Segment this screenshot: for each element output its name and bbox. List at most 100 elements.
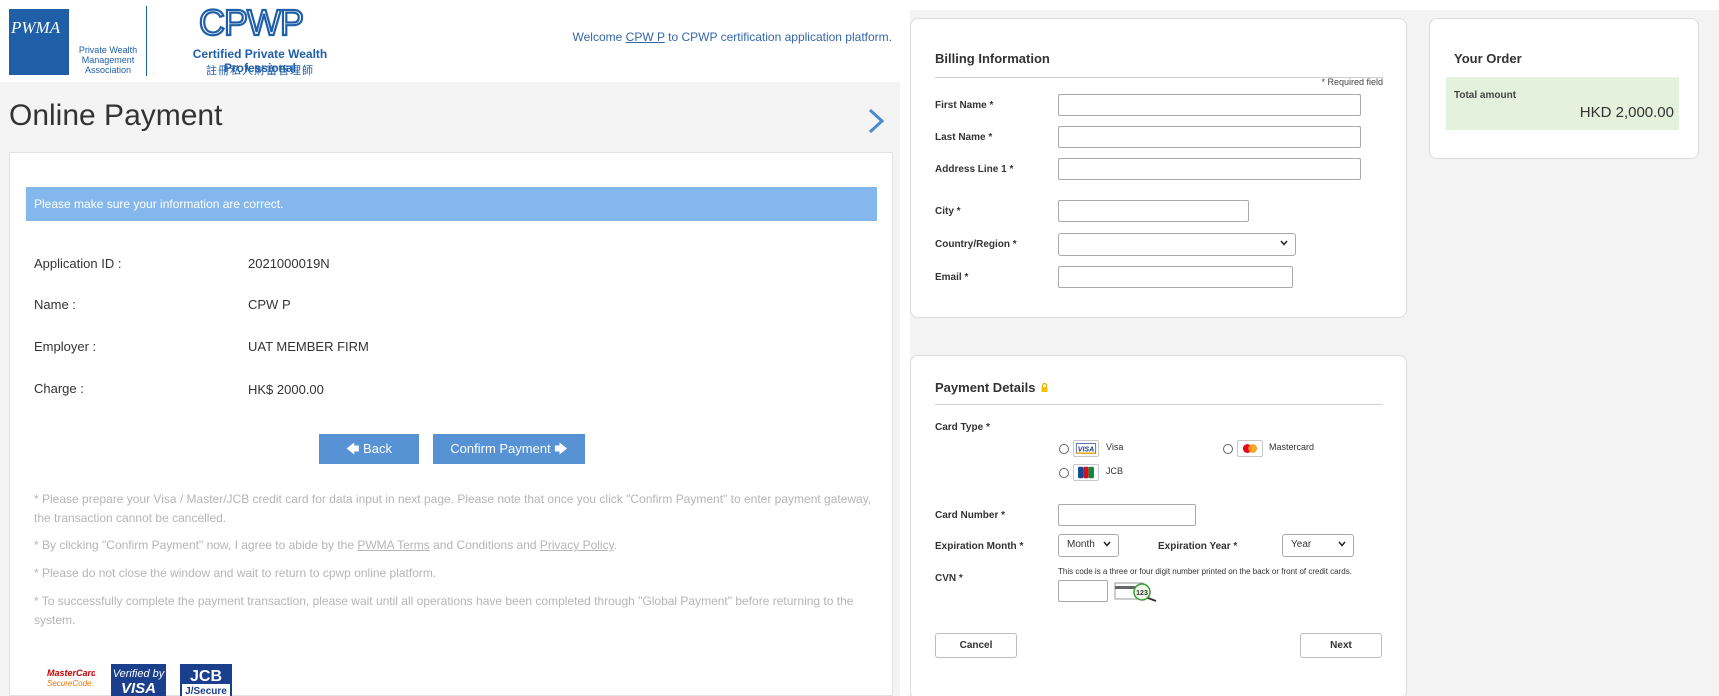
svg-text:J/Secure: J/Secure bbox=[185, 686, 227, 696]
svg-text:VISA: VISA bbox=[121, 680, 156, 696]
payment-gateway-panel: Billing Information * Required field Fir… bbox=[910, 10, 1719, 696]
svg-text:123: 123 bbox=[1136, 590, 1148, 597]
total-amount-label: Total amount bbox=[1454, 90, 1517, 101]
address-line-1-label: Address Line 1 * bbox=[935, 164, 1014, 175]
payment-details-card: Payment Details Card Type * VISA Visa Ma… bbox=[910, 355, 1407, 696]
expiration-year-label: Expiration Year * bbox=[1158, 541, 1238, 552]
cvn-field[interactable] bbox=[1058, 580, 1108, 602]
card-number-label: Card Number * bbox=[935, 510, 1006, 521]
info-label-charge: Charge : bbox=[34, 381, 84, 396]
last-name-field[interactable] bbox=[1058, 126, 1361, 148]
info-value-charge: HK$ 2000.00 bbox=[248, 382, 324, 397]
city-field[interactable] bbox=[1058, 200, 1249, 222]
first-name-label: First Name * bbox=[935, 100, 994, 111]
note-prepare-card: * Please prepare your Visa / Master/JCB … bbox=[34, 492, 872, 525]
note-global-payment: * To successfully complete the payment t… bbox=[34, 594, 854, 627]
welcome-prefix: Welcome bbox=[572, 30, 626, 44]
cvn-card-back-icon: 123 bbox=[1114, 582, 1157, 602]
privacy-policy-link[interactable]: Privacy Policy bbox=[540, 538, 614, 552]
last-name-label: Last Name * bbox=[935, 132, 993, 143]
chevron-right-icon[interactable] bbox=[866, 106, 886, 136]
pwma-payment-panel: PWMA Private Wealth Management Associati… bbox=[0, 0, 900, 696]
page-title: Online Payment bbox=[9, 99, 223, 132]
visa-label: Visa bbox=[1106, 442, 1124, 452]
header-divider bbox=[146, 6, 147, 76]
page-title-bar: Online Payment bbox=[0, 82, 900, 152]
jcb-radio[interactable] bbox=[1059, 468, 1069, 478]
mastercard-radio[interactable] bbox=[1223, 444, 1233, 454]
required-field-note: * Required field bbox=[1321, 77, 1383, 87]
city-label: City * bbox=[935, 206, 961, 217]
next-button[interactable]: Next bbox=[1300, 633, 1382, 658]
country-region-select[interactable] bbox=[1058, 233, 1296, 256]
verified-by-visa-logo: Verified by VISA bbox=[111, 664, 166, 696]
chevron-down-icon bbox=[1338, 541, 1346, 547]
cpwp-logo-text: CPWP bbox=[199, 4, 303, 42]
payment-summary-card: Please make sure your information are co… bbox=[9, 152, 893, 696]
email-label: Email * bbox=[935, 272, 969, 283]
payment-details-title-text: Payment Details bbox=[935, 380, 1036, 395]
cpwp-chinese-title: 註冊私人財富管理師 bbox=[206, 65, 314, 77]
info-value-employer: UAT MEMBER FIRM bbox=[248, 339, 369, 354]
your-order-card: Your Order Total amount HKD 2,000.00 bbox=[1429, 18, 1699, 159]
payment-details-title: Payment Details bbox=[935, 380, 1048, 395]
expiration-year-value: Year bbox=[1291, 539, 1312, 550]
first-name-field[interactable] bbox=[1058, 94, 1361, 116]
back-button[interactable]: 🡄 Back bbox=[319, 434, 419, 464]
welcome-message: Welcome CPW P to CPWP certification appl… bbox=[560, 30, 892, 44]
pwma-association-name: Private Wealth Management Association bbox=[78, 45, 138, 75]
note-terms-prefix: * By clicking "Confirm Payment" now, I a… bbox=[34, 538, 358, 552]
info-value-application-id: 2021000019N bbox=[248, 256, 330, 271]
info-value-name: CPW P bbox=[248, 297, 291, 312]
billing-information-card: Billing Information * Required field Fir… bbox=[910, 18, 1407, 318]
expiration-month-select[interactable]: Month bbox=[1058, 534, 1119, 557]
jcb-jsecure-logo: JCB J/Secure bbox=[180, 664, 232, 696]
note-agree-terms: * By clicking "Confirm Payment" now, I a… bbox=[34, 536, 874, 555]
note-do-not-close: * Please do not close the window and wai… bbox=[34, 566, 437, 580]
mastercard-card-icon bbox=[1237, 440, 1263, 457]
note-terms-suffix: . bbox=[613, 538, 618, 552]
card-type-label: Card Type * bbox=[935, 422, 990, 433]
svg-text:SecureCode.: SecureCode. bbox=[47, 679, 94, 688]
info-label-application-id: Application ID : bbox=[34, 256, 122, 271]
pwma-logo[interactable]: PWMA bbox=[9, 9, 69, 75]
content-wrapper: Please make sure your information are co… bbox=[0, 152, 900, 696]
pwma-terms-link[interactable]: PWMA Terms bbox=[357, 538, 429, 552]
svg-text:JCB: JCB bbox=[190, 668, 222, 685]
welcome-suffix: to CPWP certification application platfo… bbox=[664, 30, 892, 44]
cancel-button[interactable]: Cancel bbox=[935, 633, 1017, 658]
billing-title-rule bbox=[935, 77, 1383, 78]
email-field[interactable] bbox=[1058, 266, 1293, 288]
welcome-user-link[interactable]: CPW P bbox=[626, 30, 665, 44]
svg-text:MasterCard.: MasterCard. bbox=[47, 668, 95, 678]
visa-radio[interactable] bbox=[1059, 444, 1069, 454]
visa-card-icon: VISA bbox=[1073, 440, 1099, 457]
info-label-employer: Employer : bbox=[34, 339, 97, 354]
note-terms-mid: and Conditions and bbox=[429, 538, 540, 552]
confirm-payment-button[interactable]: Confirm Payment 🡆 bbox=[433, 434, 585, 464]
mastercard-securecode-logo: MasterCard. SecureCode. bbox=[47, 668, 95, 688]
lock-icon bbox=[1041, 382, 1048, 392]
cpwp-logo: CPWP bbox=[199, 4, 305, 42]
pwma-logo-text: PWMA bbox=[11, 18, 61, 37]
notice-banner: Please make sure your information are co… bbox=[26, 187, 877, 221]
mastercard-label: Mastercard bbox=[1269, 442, 1315, 452]
site-header: PWMA Private Wealth Management Associati… bbox=[0, 0, 900, 82]
panel-gap bbox=[900, 0, 910, 696]
expiration-month-value: Month bbox=[1067, 539, 1095, 550]
jcb-label: JCB bbox=[1106, 466, 1124, 476]
jcb-card-icon bbox=[1073, 464, 1099, 481]
expiration-year-select[interactable]: Year bbox=[1282, 534, 1354, 557]
total-amount-box: Total amount HKD 2,000.00 bbox=[1446, 77, 1679, 130]
chevron-down-icon bbox=[1103, 541, 1111, 547]
chevron-down-icon bbox=[1280, 240, 1288, 246]
cvn-help-text: This code is a three or four digit numbe… bbox=[1058, 567, 1352, 576]
security-logos: MasterCard. SecureCode. Verified by VISA… bbox=[38, 664, 238, 696]
address-line-1-field[interactable] bbox=[1058, 158, 1361, 180]
total-amount-value: HKD 2,000.00 bbox=[1579, 104, 1674, 121]
payment-title-rule bbox=[935, 404, 1383, 405]
your-order-title: Your Order bbox=[1454, 51, 1522, 66]
country-region-label: Country/Region * bbox=[935, 239, 1017, 250]
billing-title: Billing Information bbox=[935, 51, 1050, 66]
card-number-field[interactable] bbox=[1058, 504, 1196, 526]
